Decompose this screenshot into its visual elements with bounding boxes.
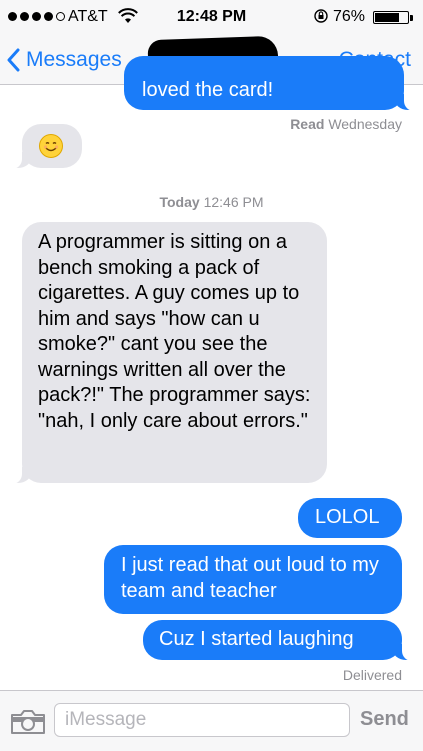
- read-when: Wednesday: [328, 116, 402, 132]
- message-input[interactable]: [54, 703, 350, 737]
- message-bubble-outgoing[interactable]: I just read that out loud to my team and…: [104, 545, 402, 614]
- status-bar: AT&T 12:48 PM 76%: [0, 0, 423, 36]
- message-text: LOLOL: [315, 506, 380, 528]
- conversation-timestamp: Today 12:46 PM: [0, 194, 423, 210]
- chevron-left-icon: [7, 48, 20, 72]
- battery-icon: [373, 11, 409, 24]
- message-text: I just read that out loud to my team and…: [121, 554, 379, 602]
- message-bubble-incoming[interactable]: [10, 124, 82, 169]
- battery-percentage: 76%: [333, 8, 366, 25]
- battery-tip: [410, 15, 413, 21]
- message-bubble-outgoing[interactable]: LOLOL: [298, 498, 402, 538]
- read-label: Read: [290, 116, 325, 132]
- timestamp-day: Today: [159, 194, 200, 210]
- message-text: Cuz I started laughing: [159, 628, 354, 650]
- smiling-face-emoji-icon: [39, 133, 63, 158]
- camera-icon[interactable]: [10, 709, 46, 735]
- message-bubble-outgoing[interactable]: loved the card!: [124, 56, 416, 111]
- message-bubble-outgoing[interactable]: Cuz I started laughing: [143, 620, 414, 661]
- back-to-messages-button[interactable]: Messages: [6, 36, 122, 84]
- message-text: loved the card!: [142, 79, 274, 101]
- message-bubble-incoming[interactable]: A programmer is sitting on a bench smoki…: [10, 222, 327, 484]
- rotation-lock-icon: [314, 9, 328, 23]
- send-button[interactable]: Send: [360, 708, 409, 731]
- message-text: A programmer is sitting on a bench smoki…: [38, 231, 311, 432]
- read-receipt: Read Wednesday: [290, 116, 402, 132]
- timestamp-time: 12:46 PM: [203, 194, 264, 210]
- back-label: Messages: [26, 48, 122, 71]
- message-input-bar: Send: [0, 690, 423, 751]
- delivered-status: Delivered: [342, 667, 402, 683]
